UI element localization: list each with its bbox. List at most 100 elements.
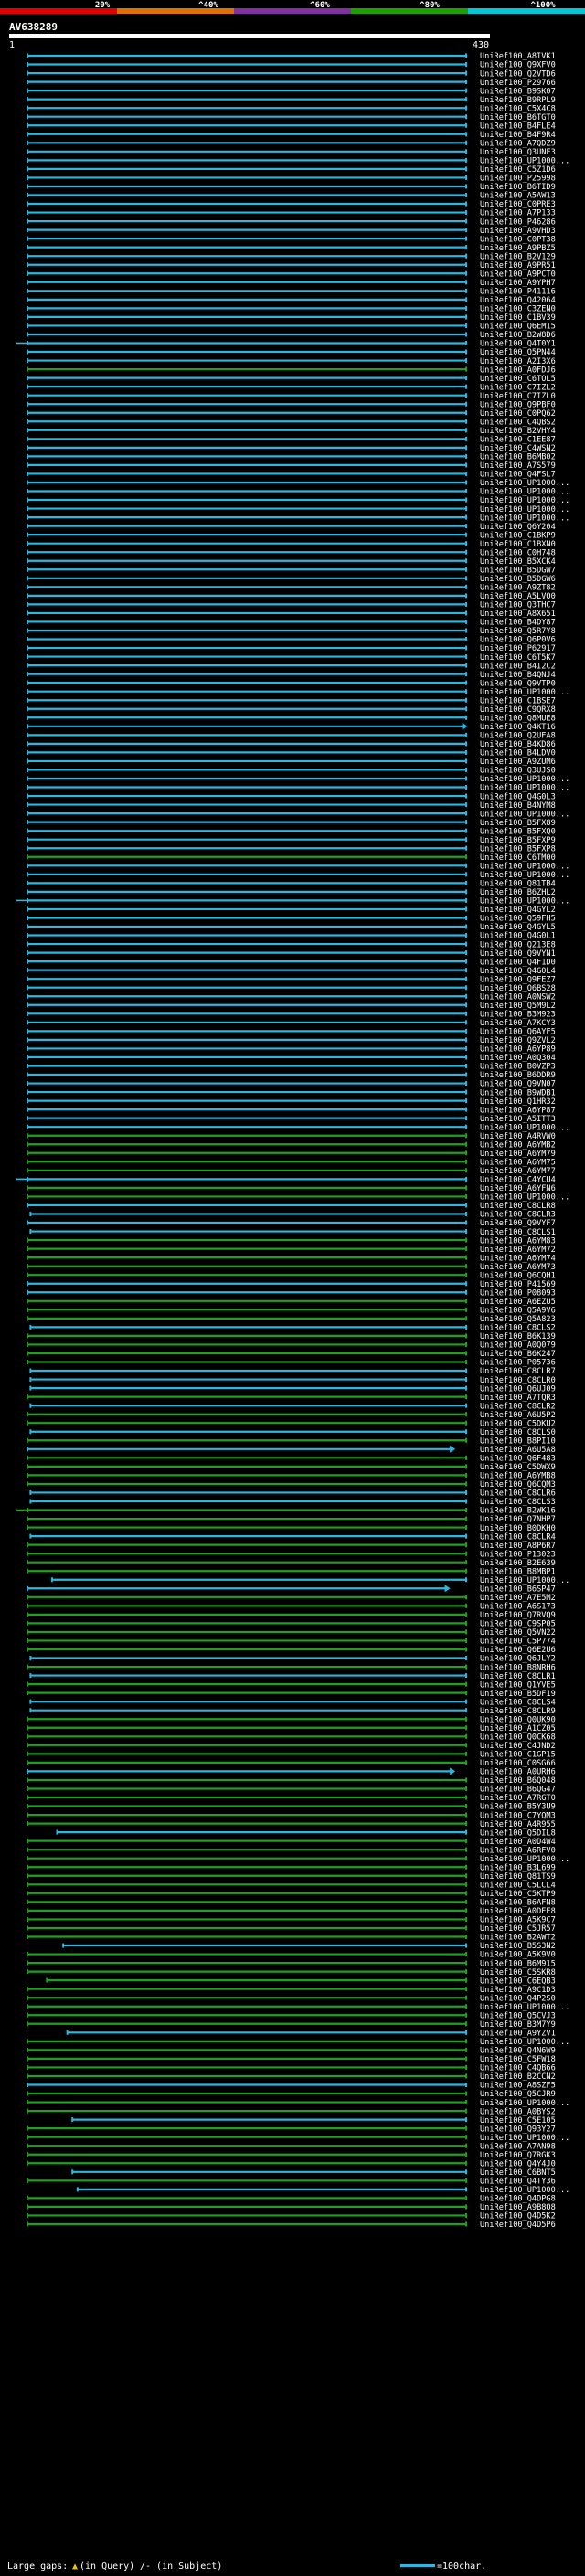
hit-label[interactable]: UniRef100_Q4GYL2 [480,906,556,915]
hit-label[interactable]: UniRef100_A6YFN6 [480,1184,556,1193]
hit-label[interactable]: UniRef100_C4JND2 [480,1742,556,1751]
hit-label[interactable]: UniRef100_A5ITT3 [480,1115,556,1124]
hit-label[interactable]: UniRef100_Q4D5P6 [480,2221,556,2230]
hit-label[interactable]: UniRef100_C8CLR7 [480,1367,556,1376]
hit-label[interactable]: UniRef100_Q81TS9 [480,1872,556,1882]
hit-label[interactable]: UniRef100_A5LVQ0 [480,592,556,601]
hit-label[interactable]: UniRef100_UP1000... [480,897,569,906]
hit-label[interactable]: UniRef100_A8SZF5 [480,2082,556,2091]
hit-label[interactable]: UniRef100_B3M7Y9 [480,2020,556,2030]
hit-label[interactable]: UniRef100_UP1000... [480,775,569,784]
hit-label[interactable]: UniRef100_Q3UJS0 [480,767,556,776]
hit-label[interactable]: UniRef100_B4DY87 [480,619,556,628]
hit-label[interactable]: UniRef100_UP1000... [480,862,569,871]
hit-label[interactable]: UniRef100_B2AWT2 [480,1934,556,1943]
hit-label[interactable]: UniRef100_Q1HR32 [480,1097,556,1107]
hit-label[interactable]: UniRef100_C0H748 [480,548,556,557]
hit-label[interactable]: UniRef100_Q6Y204 [480,523,556,532]
hit-label[interactable]: UniRef100_B4QNJ4 [480,671,556,680]
hit-label[interactable]: UniRef100_Q1YVE5 [480,1680,556,1690]
hit-label[interactable]: UniRef100_B0VZP3 [480,1063,556,1072]
hit-label[interactable]: UniRef100_A0NSW2 [480,992,556,1002]
hit-label[interactable]: UniRef100_B6TGT0 [480,113,556,122]
hit-label[interactable]: UniRef100_B6MB02 [480,453,556,462]
hit-label[interactable]: UniRef100_UP1000... [480,2099,569,2108]
hit-label[interactable]: UniRef100_Q6JLY2 [480,1655,556,1664]
hit-label[interactable]: UniRef100_A5K9V0 [480,1951,556,1960]
hit-label[interactable]: UniRef100_Q4N6W9 [480,2047,556,2056]
hit-label[interactable]: UniRef100_C4QBS2 [480,418,556,427]
hit-label[interactable]: UniRef100_B8NRH6 [480,1663,556,1672]
hit-label[interactable]: UniRef100_P25998 [480,175,556,184]
hit-label[interactable]: UniRef100_Q4T0Y1 [480,340,556,349]
hit-label[interactable]: UniRef100_A7P133 [480,209,556,218]
hit-label[interactable]: UniRef100_C6TOL5 [480,375,556,384]
hit-label[interactable]: UniRef100_B6ZHL2 [480,888,556,897]
hit-label[interactable]: UniRef100_UP1000... [480,688,569,697]
hit-label[interactable]: UniRef100_B3M923 [480,1011,556,1020]
hit-label[interactable]: UniRef100_C0SG66 [480,1759,556,1768]
hit-label[interactable]: UniRef100_A0Q079 [480,1341,556,1351]
hit-label[interactable]: UniRef100_Q6AYF5 [480,1028,556,1037]
hit-label[interactable]: UniRef100_UP1000... [480,810,569,819]
hit-label[interactable]: UniRef100_UP1000... [480,514,569,523]
hit-label[interactable]: UniRef100_C8CLR8 [480,1202,556,1211]
hit-label[interactable]: UniRef100_C1GP15 [480,1751,556,1760]
hit-label[interactable]: UniRef100_C8CLR6 [480,1489,556,1499]
hit-label[interactable]: UniRef100_C1BSE7 [480,696,556,705]
hit-label[interactable]: UniRef100_A5K9C7 [480,1916,556,1925]
hit-label[interactable]: UniRef100_Q6BS28 [480,984,556,993]
hit-label[interactable]: UniRef100_Q6CQH1 [480,1271,556,1280]
hit-label[interactable]: UniRef100_C6BNT5 [480,2168,556,2178]
hit-label[interactable]: UniRef100_A6YMB2 [480,1140,556,1150]
hit-label[interactable]: UniRef100_Q6CQM3 [480,1480,556,1489]
hit-label[interactable]: UniRef100_A6S173 [480,1603,556,1612]
hit-label[interactable]: UniRef100_A7KCY3 [480,1019,556,1028]
hit-label[interactable]: UniRef100_B9SK07 [480,87,556,96]
hit-label[interactable]: UniRef100_B2E639 [480,1559,556,1568]
hit-label[interactable]: UniRef100_B4F9R4 [480,131,556,140]
hit-label[interactable]: UniRef100_Q4DPG8 [480,2195,556,2204]
hit-label[interactable]: UniRef100_UP1000... [480,784,569,793]
hit-label[interactable]: UniRef100_P13023 [480,1550,556,1559]
hit-label[interactable]: UniRef100_Q9VYF7 [480,1219,556,1228]
hit-label[interactable]: UniRef100_Q2UFA8 [480,732,556,741]
hit-label[interactable]: UniRef100_B6AFN8 [480,1899,556,1908]
hit-label[interactable]: UniRef100_P62917 [480,644,556,653]
hit-label[interactable]: UniRef100_A0Q304 [480,1054,556,1063]
hit-label[interactable]: UniRef100_B4I2C2 [480,662,556,671]
hit-label[interactable]: UniRef100_UP1000... [480,488,569,497]
hit-label[interactable]: UniRef100_Q5M9L2 [480,1002,556,1011]
hit-label[interactable]: UniRef100_UP1000... [480,1123,569,1132]
hit-label[interactable]: UniRef100_Q6F483 [480,1455,556,1464]
hit-label[interactable]: UniRef100_UP1000... [480,157,569,166]
hit-label[interactable]: UniRef100_A2I3X6 [480,357,556,366]
hit-label[interactable]: UniRef100_P08093 [480,1288,556,1298]
hit-label[interactable]: UniRef100_Q59FH5 [480,915,556,924]
hit-label[interactable]: UniRef100_Q6EM15 [480,323,556,332]
hit-label[interactable]: UniRef100_Q4FSL7 [480,471,556,480]
hit-label[interactable]: UniRef100_C8CLR9 [480,1707,556,1716]
hit-label[interactable]: UniRef100_B5DGW6 [480,575,556,584]
hit-label[interactable]: UniRef100_Q5CVJ3 [480,2011,556,2020]
hit-label[interactable]: UniRef100_Q9PBF0 [480,400,556,409]
hit-label[interactable]: UniRef100_B6TID9 [480,183,556,192]
hit-label[interactable]: UniRef100_C5KTP9 [480,1890,556,1899]
hit-label[interactable]: UniRef100_C1BV39 [480,313,556,323]
hit-label[interactable]: UniRef100_C8CLS0 [480,1428,556,1437]
hit-label[interactable]: UniRef100_Q4G0L4 [480,967,556,976]
hit-label[interactable]: UniRef100_B8MBP1 [480,1567,556,1576]
hit-label[interactable]: UniRef100_B5FXP8 [480,844,556,853]
hit-label[interactable]: UniRef100_A5AW13 [480,192,556,201]
hit-label[interactable]: UniRef100_A9PBZ5 [480,244,556,253]
hit-label[interactable]: UniRef100_Q9XFV0 [480,61,556,70]
hit-label[interactable]: UniRef100_A0DEE8 [480,1907,556,1916]
hit-label[interactable]: UniRef100_Q0UK90 [480,1715,556,1724]
hit-label[interactable]: UniRef100_A6YM77 [480,1167,556,1176]
hit-label[interactable]: UniRef100_B5XCK4 [480,557,556,567]
hit-label[interactable]: UniRef100_Q5A823 [480,1315,556,1324]
hit-label[interactable]: UniRef100_Q5A9V6 [480,1307,556,1316]
hit-label[interactable]: UniRef100_C1BKP9 [480,531,556,540]
hit-label[interactable]: UniRef100_Q4D5K2 [480,2212,556,2221]
hit-label[interactable]: UniRef100_P41569 [480,1280,556,1289]
